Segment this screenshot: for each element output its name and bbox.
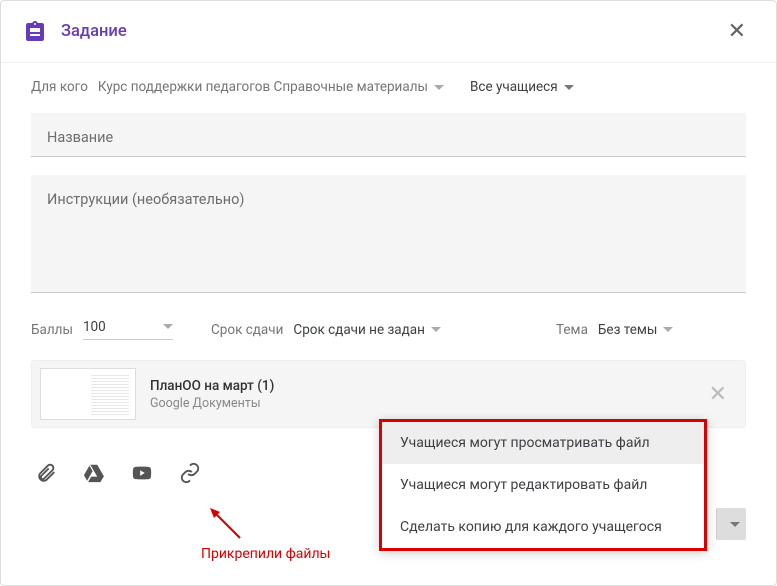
paperclip-icon[interactable] xyxy=(33,460,59,486)
due-select[interactable]: Срок сдачи не задан xyxy=(293,322,441,338)
title-input[interactable]: Название xyxy=(31,113,746,157)
points-select[interactable]: 100 xyxy=(83,319,173,340)
permission-dropdown: Учащиеся могут просматривать файл Учащие… xyxy=(379,419,707,551)
course-select-value: Курс поддержки педагогов Справочные мате… xyxy=(98,79,428,95)
topic-value: Без темы xyxy=(598,322,658,338)
instructions-placeholder: Инструкции (необязательно) xyxy=(47,191,244,208)
dropdown-item-view[interactable]: Учащиеся могут просматривать файл xyxy=(382,422,704,464)
close-button[interactable]: ✕ xyxy=(720,15,754,48)
attachment-remove-button[interactable]: ✕ xyxy=(699,376,737,413)
students-select-value: Все учащиеся xyxy=(470,79,558,95)
chevron-down-icon xyxy=(730,522,740,527)
attachment-title: ПланОО на март (1) xyxy=(150,378,685,394)
submit-dropdown-button[interactable] xyxy=(716,508,746,540)
drive-icon[interactable] xyxy=(81,460,107,486)
chevron-down-icon xyxy=(431,327,441,332)
annotation-text: Прикрепили файлы xyxy=(201,546,330,562)
dropdown-item-copy[interactable]: Сделать копию для каждого учащегося xyxy=(382,506,704,548)
attachment-card: ПланОО на март (1) Google Документы ✕ xyxy=(31,360,746,428)
dropdown-item-edit[interactable]: Учащиеся могут редактировать файл xyxy=(382,464,704,506)
title-placeholder: Название xyxy=(47,129,113,146)
topic-select[interactable]: Без темы xyxy=(598,322,674,338)
attachment-info: ПланОО на март (1) Google Документы xyxy=(150,378,685,411)
chevron-down-icon xyxy=(564,85,574,90)
meta-row: Баллы 100 Срок сдачи Срок сдачи не задан… xyxy=(31,319,746,340)
attachment-thumbnail[interactable] xyxy=(40,368,136,420)
instructions-input[interactable]: Инструкции (необязательно) xyxy=(31,175,746,293)
points-value: 100 xyxy=(83,319,106,335)
course-select[interactable]: Курс поддержки педагогов Справочные мате… xyxy=(98,79,444,95)
students-select[interactable]: Все учащиеся xyxy=(470,79,574,95)
youtube-icon[interactable] xyxy=(129,460,155,486)
chevron-down-icon xyxy=(663,327,673,332)
dialog-title: Задание xyxy=(61,22,720,41)
chevron-down-icon xyxy=(163,324,173,329)
chevron-down-icon xyxy=(434,85,444,90)
topic-label: Тема xyxy=(556,322,588,338)
audience-label: Для кого xyxy=(31,79,88,95)
dialog-header: Задание ✕ xyxy=(1,1,776,63)
points-label: Баллы xyxy=(31,322,73,338)
annotation-arrow-icon xyxy=(208,506,248,546)
assignment-icon xyxy=(23,20,47,44)
attachment-subtitle: Google Документы xyxy=(150,396,685,411)
audience-row: Для кого Курс поддержки педагогов Справо… xyxy=(31,79,746,95)
due-label: Срок сдачи xyxy=(211,322,283,338)
due-value: Срок сдачи не задан xyxy=(293,322,425,338)
link-icon[interactable] xyxy=(177,460,203,486)
